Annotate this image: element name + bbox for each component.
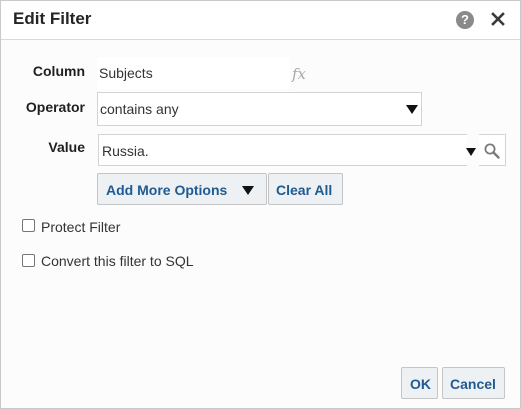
cancel-label: Cancel — [450, 376, 496, 392]
column-label: Column — [32, 63, 85, 79]
chevron-down-icon — [242, 186, 254, 195]
fx-icon[interactable]: fx — [292, 65, 306, 83]
cancel-button[interactable]: Cancel — [442, 367, 505, 399]
value-input[interactable]: Russia. — [98, 134, 467, 166]
add-more-options-button[interactable]: Add More Options — [97, 173, 267, 205]
clear-all-label: Clear All — [276, 182, 333, 198]
convert-to-sql-label[interactable]: Convert this filter to SQL — [41, 253, 194, 269]
protect-filter-checkbox[interactable] — [22, 219, 35, 232]
ok-button[interactable]: OK — [401, 367, 438, 399]
operator-selected-value: contains any — [100, 101, 179, 117]
value-search-button[interactable] — [479, 134, 506, 166]
magnifier-icon — [484, 143, 500, 159]
operator-select[interactable]: contains any — [97, 92, 422, 126]
dialog-title: Edit Filter — [13, 9, 92, 28]
help-icon[interactable]: ? — [456, 11, 474, 29]
dropdown-arrow-icon — [406, 105, 418, 114]
dialog-titlebar: Edit Filter ? — [1, 1, 520, 40]
column-field: Subjects — [97, 57, 290, 89]
clear-all-button[interactable]: Clear All — [268, 173, 343, 205]
protect-filter-label[interactable]: Protect Filter — [41, 219, 120, 235]
value-label: Value — [48, 139, 85, 155]
edit-filter-dialog: Edit Filter ? Column Subjects fx Operato… — [0, 0, 521, 409]
operator-label: Operator — [25, 99, 85, 115]
convert-to-sql-checkbox[interactable] — [22, 254, 35, 267]
value-dropdown-arrow-icon[interactable] — [466, 148, 476, 156]
ok-label: OK — [410, 376, 431, 392]
close-icon[interactable] — [487, 8, 509, 30]
add-more-options-label: Add More Options — [106, 182, 228, 198]
